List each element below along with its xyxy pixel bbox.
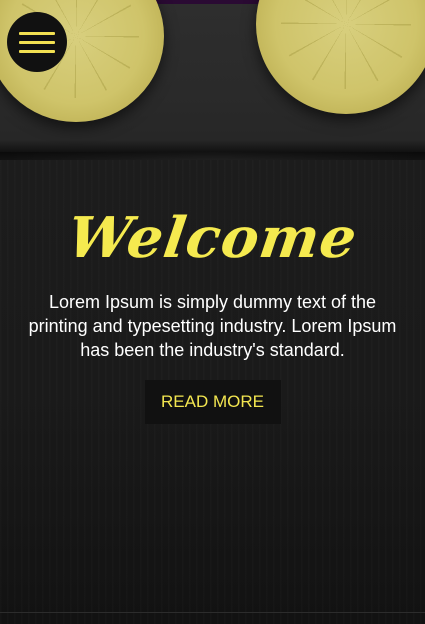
section-divider bbox=[0, 612, 425, 613]
hamburger-menu-icon[interactable] bbox=[7, 12, 67, 72]
hero-section: Welcome Lorem Ipsum is simply dummy text… bbox=[0, 196, 425, 424]
menu-bar bbox=[19, 49, 55, 53]
page: Welcome Lorem Ipsum is simply dummy text… bbox=[0, 0, 425, 624]
hero-title: Welcome bbox=[63, 205, 362, 271]
slate-edge-shadow bbox=[0, 140, 425, 162]
menu-bar bbox=[19, 40, 55, 44]
hero-description: Lorem Ipsum is simply dummy text of the … bbox=[28, 292, 397, 360]
read-more-button[interactable]: READ MORE bbox=[144, 380, 281, 424]
menu-bar bbox=[19, 31, 55, 35]
lemon-segments bbox=[281, 0, 411, 89]
